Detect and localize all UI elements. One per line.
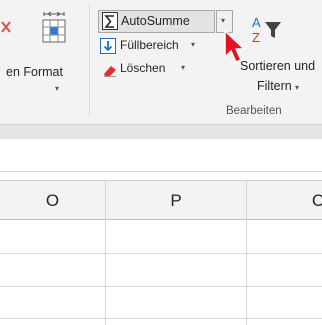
svg-text:Z: Z xyxy=(252,30,260,45)
format-cells-icon xyxy=(40,8,68,48)
fill-down-icon xyxy=(100,38,116,54)
chevron-down-icon: ▾ xyxy=(221,16,226,25)
column-header-row: O P C xyxy=(0,180,322,220)
autosum-label: AutoSumme xyxy=(121,14,190,28)
formula-bar[interactable] xyxy=(0,139,322,172)
autosum-button[interactable]: AutoSumme xyxy=(98,10,215,33)
fill-button[interactable]: Füllbereich ▾ xyxy=(100,36,210,56)
clear-label: Löschen xyxy=(120,61,166,75)
mouse-cursor-icon xyxy=(222,28,252,68)
svg-text:A: A xyxy=(252,15,261,30)
column-header-p[interactable]: P xyxy=(106,181,246,221)
ribbon: en Format ▾ AutoSumme ▾ Füllbereich ▾ Lö… xyxy=(0,0,322,125)
format-label: en Format xyxy=(6,65,63,79)
fill-label: Füllbereich xyxy=(120,38,179,52)
sort-filter-icon: A Z xyxy=(250,14,284,48)
group-label-editing: Bearbeiten xyxy=(226,105,282,117)
group-separator xyxy=(89,4,90,116)
sigma-icon xyxy=(102,12,118,31)
eraser-icon xyxy=(102,62,118,78)
sort-filter-label-line2: Filtern xyxy=(257,79,292,93)
clear-button[interactable]: Löschen ▾ xyxy=(100,59,200,79)
chevron-down-icon: ▾ xyxy=(295,83,300,92)
column-header-q[interactable]: C xyxy=(298,181,322,221)
format-button[interactable]: en Format ▾ xyxy=(0,2,86,96)
chevron-down-icon: ▾ xyxy=(191,40,196,49)
chevron-down-icon: ▾ xyxy=(55,84,60,93)
cell-area[interactable] xyxy=(0,220,322,325)
chevron-down-icon: ▾ xyxy=(181,63,186,72)
sheet-top-gap xyxy=(0,172,322,180)
column-header-o[interactable]: O xyxy=(0,181,105,221)
ribbon-collapse-strip xyxy=(0,125,322,139)
